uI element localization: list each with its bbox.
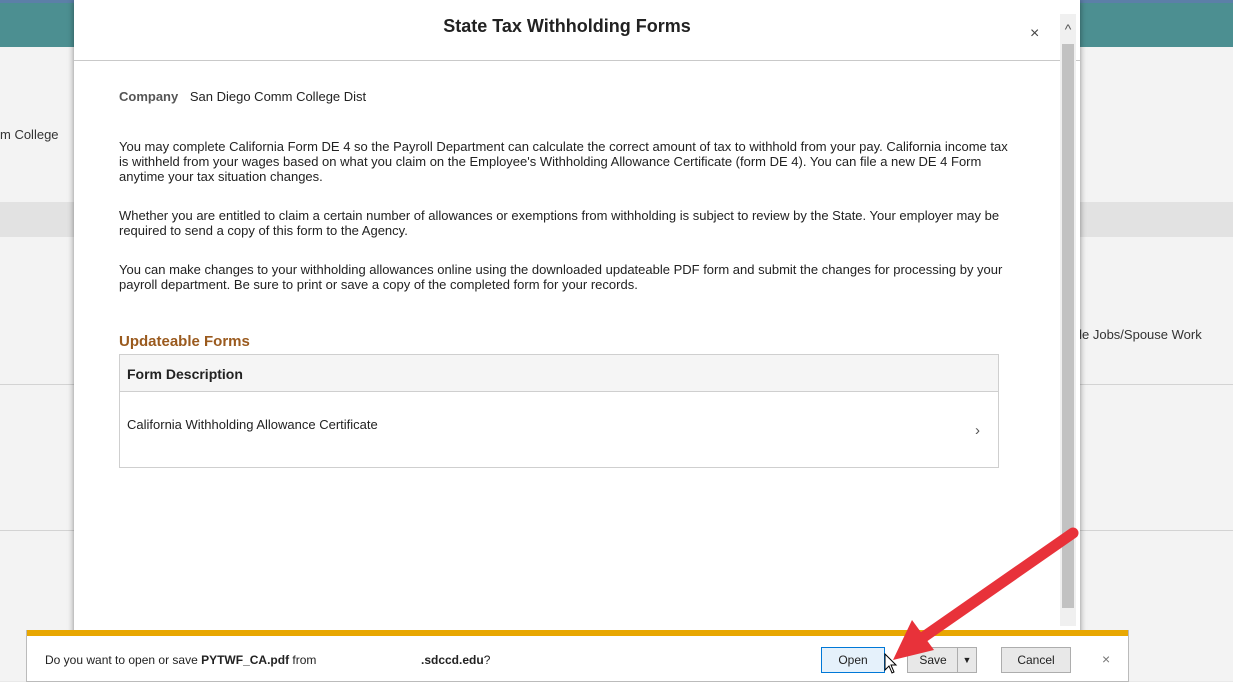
download-prompt-prefix: Do you want to open or save (45, 653, 202, 667)
background-company-text: m College (0, 127, 59, 142)
modal-header: State Tax Withholding Forms × (74, 0, 1080, 61)
updateable-forms-title: Updateable Forms (119, 333, 250, 350)
column-header-form-description: Form Description (127, 366, 243, 382)
company-label: Company (119, 89, 179, 104)
save-button[interactable]: Save (907, 647, 959, 673)
download-domain: .sdccd.edu? (421, 653, 490, 667)
instructions-paragraph-1: You may complete California Form DE 4 so… (119, 139, 1008, 184)
modal-title: State Tax Withholding Forms (443, 16, 691, 36)
download-notification-bar: Do you want to open or save PYTWF_CA.pdf… (26, 630, 1129, 682)
background-jobs-text: iple Jobs/Spouse Work (1069, 327, 1202, 342)
download-file-name: PYTWF_CA.pdf (201, 653, 290, 667)
instructions-paragraph-3: You can make changes to your withholding… (119, 262, 1003, 292)
download-bar-close-icon[interactable]: × (1102, 651, 1110, 667)
table-row[interactable]: California Withholding Allowance Certifi… (120, 392, 998, 466)
form-description-cell: California Withholding Allowance Certifi… (127, 417, 378, 432)
download-bar-accent (27, 630, 1128, 636)
forms-grid: Form Description California Withholding … (119, 354, 999, 468)
mouse-pointer-icon (884, 653, 898, 674)
scrollbar-thumb[interactable] (1062, 44, 1074, 608)
open-button[interactable]: Open (821, 647, 885, 673)
cancel-button[interactable]: Cancel (1001, 647, 1071, 673)
download-domain-name: .sdccd.edu (421, 653, 484, 667)
save-dropdown-button[interactable]: ▼ (957, 647, 977, 673)
download-domain-suffix: ? (483, 653, 491, 667)
download-prompt: Do you want to open or save PYTWF_CA.pdf… (45, 653, 316, 667)
state-tax-withholding-modal: State Tax Withholding Forms × ^ Company … (74, 0, 1080, 640)
modal-close-icon[interactable]: × (1030, 25, 1039, 43)
scroll-up-icon[interactable]: ^ (1060, 14, 1076, 44)
company-value: San Diego Comm College Dist (189, 89, 367, 104)
instructions-paragraph-2: Whether you are entitled to claim a cert… (119, 208, 1000, 238)
download-prompt-from: from (289, 653, 317, 667)
grid-header: Form Description (120, 355, 998, 392)
company-row: Company San Diego Comm College Dist (119, 89, 366, 104)
chevron-right-icon: › (975, 422, 980, 439)
